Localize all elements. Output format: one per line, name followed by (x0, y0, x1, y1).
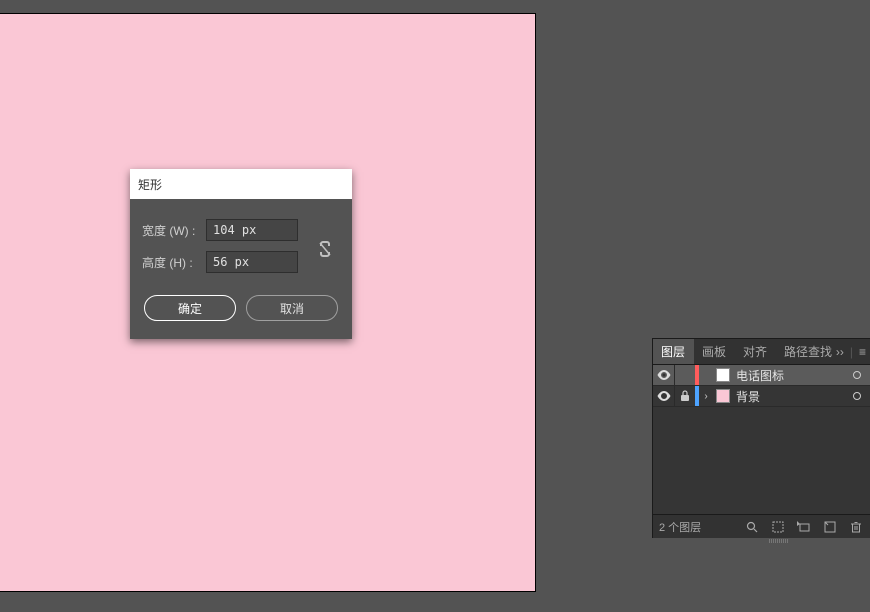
panel-resize-grip[interactable] (758, 539, 798, 543)
layer-color-bar (695, 365, 699, 385)
layer-target[interactable] (848, 391, 866, 401)
layer-target[interactable] (848, 370, 866, 380)
layer-swatch (716, 368, 730, 382)
visibility-toggle[interactable] (653, 365, 675, 385)
cancel-button[interactable]: 取消 (246, 295, 338, 321)
delete-layer-icon[interactable] (848, 521, 864, 533)
layers-empty-area (653, 407, 870, 514)
constrain-link-icon[interactable] (318, 240, 332, 258)
layer-expand[interactable]: › (699, 391, 713, 402)
layers-list: 电话图标 › 背景 (653, 365, 870, 514)
new-sublayer-icon[interactable] (796, 521, 812, 533)
width-input[interactable] (206, 219, 298, 241)
width-label: 宽度 (W) : (142, 222, 204, 239)
lock-toggle[interactable] (675, 386, 695, 406)
eye-icon (657, 370, 671, 380)
tab-pathfinder[interactable]: 路径查找 (776, 339, 841, 364)
ok-button[interactable]: 确定 (144, 295, 236, 321)
trash-icon (850, 521, 862, 533)
menu-icon: ≡ (859, 345, 866, 359)
panel-tab-overflow[interactable]: ›› | ≡ (836, 339, 866, 365)
chevron-right-icon: ›› (836, 345, 844, 359)
tab-layers[interactable]: 图层 (653, 339, 694, 364)
circle-icon (852, 370, 862, 380)
tab-artboards[interactable]: 画板 (694, 339, 735, 364)
layer-swatch (716, 389, 730, 403)
layers-footer: 2 个图层 (653, 514, 870, 538)
layer-name[interactable]: 背景 (736, 388, 848, 405)
cancel-label: 取消 (280, 300, 304, 317)
panel-tabs: 图层 画板 对齐 路径查找 ›› | ≡ (653, 339, 870, 365)
new-layer-icon[interactable] (822, 521, 838, 533)
dialog-body: 宽度 (W) : 高度 (H) : 确定 取消 (130, 199, 352, 339)
layer-row[interactable]: 电话图标 (653, 365, 870, 386)
layer-row[interactable]: › 背景 (653, 386, 870, 407)
clipping-mask-icon[interactable] (770, 521, 786, 533)
layers-panel: 图层 画板 对齐 路径查找 ›› | ≡ 电话图标 (652, 338, 870, 538)
height-input[interactable] (206, 251, 298, 273)
dialog-titlebar: 矩形 (130, 169, 352, 199)
locate-object-icon[interactable] (744, 521, 760, 533)
lock-column[interactable] (675, 365, 695, 385)
width-row: 宽度 (W) : (142, 219, 340, 241)
circle-icon (852, 391, 862, 401)
eye-icon (657, 391, 671, 401)
layer-count: 2 个图层 (659, 519, 701, 535)
tab-align[interactable]: 对齐 (735, 339, 776, 364)
dialog-buttons: 确定 取消 (142, 295, 340, 321)
chevron-right-icon: › (704, 391, 707, 402)
dialog-title: 矩形 (138, 176, 162, 193)
layer-name[interactable]: 电话图标 (736, 367, 848, 384)
lock-icon (680, 390, 690, 402)
ok-label: 确定 (178, 300, 202, 317)
height-label: 高度 (H) : (142, 254, 204, 271)
visibility-toggle[interactable] (653, 386, 675, 406)
height-row: 高度 (H) : (142, 251, 340, 273)
